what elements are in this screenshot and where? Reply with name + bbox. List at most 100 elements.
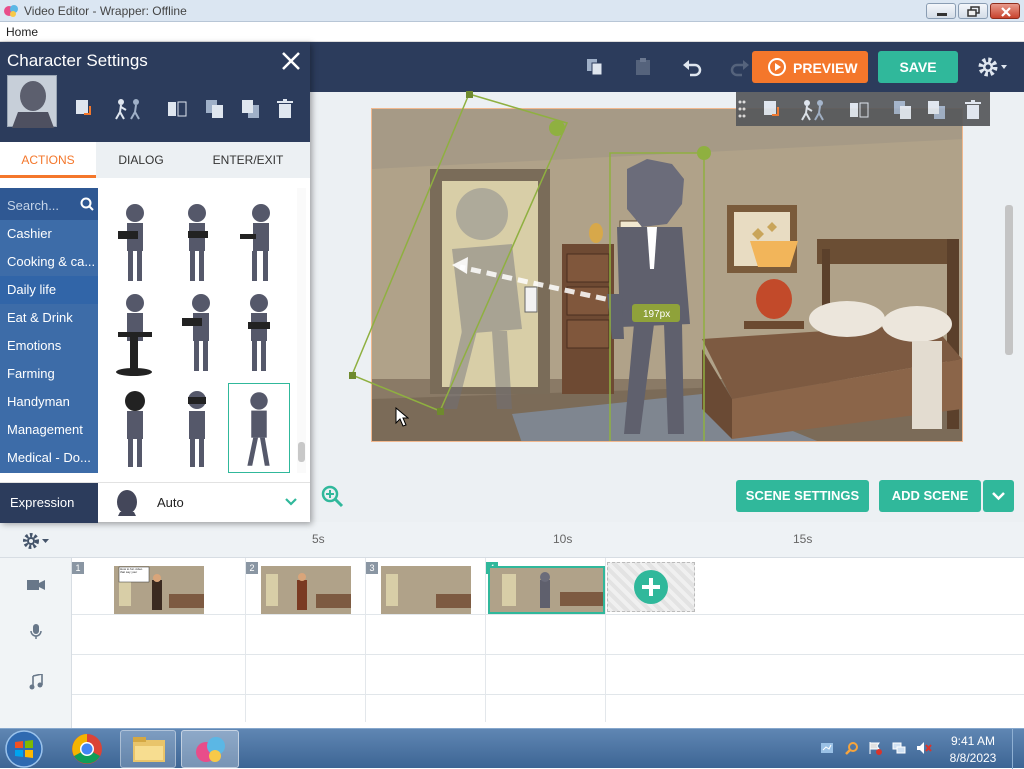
action-thumbnail[interactable] bbox=[166, 383, 228, 473]
close-icon[interactable] bbox=[280, 50, 302, 72]
scene-boundary bbox=[605, 558, 606, 722]
walk-action-icon[interactable] bbox=[114, 98, 152, 120]
character-pose-icon bbox=[188, 204, 208, 281]
undo-icon[interactable] bbox=[681, 56, 703, 78]
timeline-settings-gear-icon[interactable] bbox=[21, 531, 53, 551]
scrollbar-thumb[interactable] bbox=[298, 442, 305, 462]
category-search[interactable]: Search... bbox=[0, 188, 98, 220]
category-item[interactable]: Medical - Do... bbox=[0, 444, 98, 472]
clock-date: 8/8/2023 bbox=[949, 751, 997, 765]
copy-icon[interactable] bbox=[584, 56, 606, 78]
zoom-in-icon[interactable] bbox=[320, 484, 344, 508]
scene-preview bbox=[261, 566, 351, 614]
menu-bar: Home bbox=[0, 22, 1024, 42]
search-icon bbox=[80, 197, 94, 211]
close-icon bbox=[1001, 7, 1011, 17]
action-thumbnail[interactable] bbox=[228, 196, 290, 286]
scene-preview-image bbox=[261, 566, 351, 614]
action-thumbnail[interactable] bbox=[104, 288, 166, 378]
category-item[interactable]: Handyman bbox=[0, 388, 98, 416]
action-grid-scrollbar[interactable] bbox=[297, 188, 306, 473]
flag-warning-icon[interactable] bbox=[868, 741, 882, 755]
scene-preview bbox=[488, 566, 605, 614]
system-clock[interactable]: 9:41 AM 8/8/2023 bbox=[948, 734, 998, 765]
send-backward-icon[interactable] bbox=[240, 98, 262, 120]
scene-preview bbox=[381, 566, 471, 614]
scene-thumbnail-3[interactable]: 3 bbox=[366, 562, 485, 614]
avatar[interactable] bbox=[7, 75, 57, 128]
track-labels bbox=[0, 558, 72, 728]
scene-thumbnail-2[interactable]: 2 bbox=[246, 562, 365, 614]
category-item[interactable]: Cooking & ca... bbox=[0, 248, 98, 276]
timeline-ruler[interactable]: 5s 10s 15s bbox=[0, 522, 1024, 558]
stage-scrollbar[interactable] bbox=[1005, 205, 1013, 355]
add-scene-dropdown-button[interactable] bbox=[983, 480, 1014, 512]
time-tick: 10s bbox=[553, 532, 573, 546]
flip-icon[interactable] bbox=[166, 98, 188, 120]
show-desktop-button[interactable] bbox=[1012, 729, 1024, 769]
action-center-icon[interactable] bbox=[820, 741, 834, 755]
scene-settings-button[interactable]: SCENE SETTINGS bbox=[736, 480, 869, 512]
preview-button[interactable]: PREVIEW bbox=[752, 51, 868, 83]
action-thumbnail[interactable] bbox=[228, 288, 290, 378]
plus-icon[interactable] bbox=[633, 569, 669, 605]
preview-label: PREVIEW bbox=[793, 60, 858, 76]
distance-label: 197px bbox=[643, 309, 670, 320]
taskbar-chrome[interactable] bbox=[62, 730, 112, 768]
add-scene-button[interactable]: ADD SCENE bbox=[879, 480, 981, 512]
action-thumbnail[interactable] bbox=[166, 196, 228, 286]
search-tray-icon[interactable] bbox=[845, 741, 859, 755]
walk-action-icon[interactable] bbox=[800, 99, 830, 121]
category-item-selected[interactable]: Daily life bbox=[0, 276, 98, 304]
delete-icon[interactable] bbox=[962, 99, 984, 121]
taskbar-wrapper-app[interactable] bbox=[181, 730, 239, 768]
swap-character-icon[interactable] bbox=[74, 98, 96, 120]
timeline: 5s 10s 15s 1 How to fun video that say y… bbox=[0, 522, 1024, 728]
network-icon[interactable] bbox=[892, 741, 906, 755]
close-window-button[interactable] bbox=[990, 3, 1020, 19]
action-thumbnail-selected[interactable] bbox=[228, 383, 290, 473]
action-thumbnail[interactable] bbox=[166, 288, 228, 378]
start-button-icon[interactable] bbox=[2, 729, 46, 769]
scene-preview: How to fun video that say your bbox=[114, 566, 204, 614]
scene-thumbnail-1[interactable]: 1 How to fun video that say your bbox=[72, 562, 245, 614]
category-item[interactable]: Eat & Drink bbox=[0, 304, 98, 332]
volume-muted-icon[interactable] bbox=[916, 741, 932, 755]
time-tick: 5s bbox=[312, 532, 325, 546]
scene-number: 1 bbox=[72, 562, 84, 574]
windows-taskbar: 9:41 AM 8/8/2023 bbox=[0, 728, 1024, 769]
tab-dialog[interactable]: DIALOG bbox=[96, 142, 186, 178]
music-note-icon bbox=[29, 674, 43, 690]
expression-row[interactable]: Expression Auto bbox=[0, 482, 310, 523]
delete-icon[interactable] bbox=[274, 98, 296, 120]
search-input[interactable]: Search... bbox=[7, 198, 59, 213]
category-item[interactable]: Emotions bbox=[0, 332, 98, 360]
character-pose-icon bbox=[247, 392, 270, 466]
chevron-down-icon[interactable] bbox=[284, 497, 298, 507]
action-thumbnail[interactable] bbox=[104, 196, 166, 286]
save-button[interactable]: SAVE bbox=[878, 51, 958, 83]
category-item[interactable]: Management bbox=[0, 416, 98, 444]
send-backward-icon[interactable] bbox=[926, 99, 948, 121]
tab-actions[interactable]: ACTIONS bbox=[0, 142, 96, 178]
add-scene-slot[interactable] bbox=[607, 562, 695, 612]
panel-title: Character Settings bbox=[7, 51, 148, 70]
bring-forward-icon[interactable] bbox=[204, 98, 226, 120]
flip-icon[interactable] bbox=[848, 99, 870, 121]
action-thumbnail[interactable] bbox=[104, 383, 166, 473]
settings-gear-icon[interactable] bbox=[976, 55, 1010, 79]
minimize-button[interactable] bbox=[926, 3, 956, 19]
window-title: Video Editor - Wrapper: Offline bbox=[24, 4, 187, 18]
tab-enter-exit[interactable]: ENTER/EXIT bbox=[186, 142, 310, 178]
character-pose-icon bbox=[116, 294, 152, 376]
folder-icon bbox=[133, 737, 165, 762]
swap-character-icon[interactable] bbox=[762, 99, 784, 121]
taskbar-explorer[interactable] bbox=[120, 730, 176, 768]
drag-handle-icon[interactable] bbox=[738, 99, 746, 119]
category-item[interactable]: Cashier bbox=[0, 220, 98, 248]
menu-home[interactable]: Home bbox=[6, 25, 38, 39]
bring-forward-icon[interactable] bbox=[892, 99, 914, 121]
scene-thumbnail-4-selected[interactable]: 4 bbox=[486, 562, 605, 614]
restore-button[interactable] bbox=[958, 3, 988, 19]
category-item[interactable]: Farming bbox=[0, 360, 98, 388]
